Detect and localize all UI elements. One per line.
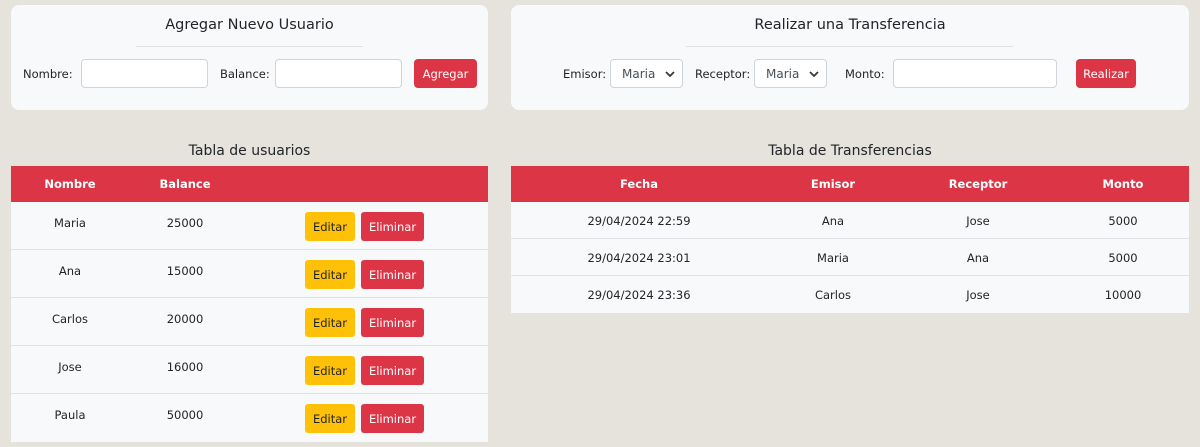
balance-input[interactable] <box>275 59 402 88</box>
user-balance-cell: 25000 <box>166 216 204 230</box>
user-balance-cell: 20000 <box>166 312 204 326</box>
transfer-receiver-cell: Jose <box>966 214 990 228</box>
users-header-name: Nombre <box>44 177 96 191</box>
user-balance-cell: 50000 <box>166 408 204 422</box>
delete-button[interactable]: Eliminar <box>361 356 424 385</box>
balance-label: Balance: <box>220 67 270 81</box>
sender-select[interactable]: Maria <box>610 59 683 88</box>
transfer-amount-cell: 10000 <box>1104 288 1142 302</box>
sender-select-value: Maria <box>622 66 656 81</box>
user-name-cell: Jose <box>58 360 82 374</box>
transfers-header-date: Fecha <box>620 177 658 191</box>
user-name-cell: Maria <box>54 216 86 230</box>
sender-label: Emisor: <box>563 67 607 81</box>
transfer-amount-cell: 5000 <box>1108 214 1138 228</box>
add-user-title: Agregar Nuevo Usuario <box>165 17 334 33</box>
delete-button[interactable]: Eliminar <box>361 308 424 337</box>
table-row: Paula 50000 Editar Eliminar <box>11 394 488 442</box>
transfers-header-receiver: Receptor <box>948 177 1008 191</box>
transfer-date-cell: 29/04/2024 23:36 <box>587 288 691 302</box>
amount-input[interactable] <box>893 59 1057 88</box>
amount-label: Monto: <box>845 67 885 81</box>
add-user-card: Agregar Nuevo Usuario Nombre: Balance: A… <box>11 5 488 110</box>
chevron-down-icon <box>665 71 675 78</box>
add-user-button[interactable]: Agregar <box>414 59 477 88</box>
transfer-title: Realizar una Transferencia <box>754 17 946 33</box>
transfers-table-header: Fecha Emisor Receptor Monto <box>511 166 1189 202</box>
edit-button[interactable]: Editar <box>305 260 355 289</box>
receiver-select[interactable]: Maria <box>754 59 827 88</box>
edit-button[interactable]: Editar <box>305 356 355 385</box>
user-name-cell: Ana <box>58 264 82 278</box>
name-input[interactable] <box>81 59 208 88</box>
users-table-title: Tabla de usuarios <box>188 143 311 159</box>
edit-button[interactable]: Editar <box>305 404 355 433</box>
transfers-table-title: Tabla de Transferencias <box>768 143 932 159</box>
delete-button[interactable]: Eliminar <box>361 212 424 241</box>
table-row: 29/04/2024 23:36 Carlos Jose 10000 <box>511 276 1189 313</box>
table-row: Carlos 20000 Editar Eliminar <box>11 298 488 346</box>
transfer-amount-cell: 5000 <box>1108 251 1138 265</box>
transfer-sender-cell: Carlos <box>814 288 852 302</box>
table-row: Maria 25000 Editar Eliminar <box>11 202 488 250</box>
receiver-label: Receptor: <box>695 67 751 81</box>
transfers-header-amount: Monto <box>1102 177 1144 191</box>
transfer-card: Realizar una Transferencia Emisor: Maria… <box>511 5 1189 110</box>
table-row: Ana 15000 Editar Eliminar <box>11 250 488 298</box>
delete-button[interactable]: Eliminar <box>361 404 424 433</box>
table-row: 29/04/2024 23:01 Maria Ana 5000 <box>511 239 1189 276</box>
user-name-cell: Paula <box>54 408 86 422</box>
table-row: 29/04/2024 22:59 Ana Jose 5000 <box>511 202 1189 239</box>
transfers-header-sender: Emisor <box>810 177 856 191</box>
transfer-button[interactable]: Realizar <box>1076 59 1136 88</box>
edit-button[interactable]: Editar <box>305 212 355 241</box>
name-label: Nombre: <box>23 67 73 81</box>
user-balance-cell: 15000 <box>166 264 204 278</box>
transfer-sender-cell: Maria <box>817 251 849 265</box>
transfer-receiver-cell: Jose <box>966 288 990 302</box>
transfer-divider <box>686 46 1013 47</box>
users-header-balance: Balance <box>159 177 211 191</box>
transfer-date-cell: 29/04/2024 23:01 <box>587 251 691 265</box>
chevron-down-icon <box>809 71 819 78</box>
edit-button[interactable]: Editar <box>305 308 355 337</box>
receiver-select-value: Maria <box>766 66 800 81</box>
transfer-date-cell: 29/04/2024 22:59 <box>587 214 691 228</box>
table-row: Jose 16000 Editar Eliminar <box>11 346 488 394</box>
delete-button[interactable]: Eliminar <box>361 260 424 289</box>
user-name-cell: Carlos <box>51 312 89 326</box>
user-balance-cell: 16000 <box>166 360 204 374</box>
transfer-receiver-cell: Ana <box>966 251 990 265</box>
transfer-sender-cell: Ana <box>821 214 845 228</box>
users-table-header: Nombre Balance <box>11 166 488 202</box>
add-user-divider <box>136 46 363 47</box>
